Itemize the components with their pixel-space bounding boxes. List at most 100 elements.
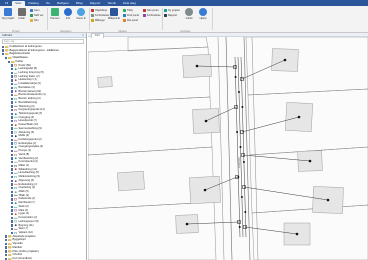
save-button[interactable]: Gem: [30, 8, 40, 12]
measurements-button[interactable]: Målinger: [91, 18, 105, 22]
pan-button[interactable]: Panorer: [49, 8, 61, 20]
map-view[interactable]: Kort Vejnavn: [88, 33, 368, 260]
layer-visibility-checkbox[interactable]: [11, 127, 14, 130]
layer-visibility-checkbox[interactable]: [11, 82, 14, 86]
object-line-button[interactable]: Objektlinje: [91, 8, 107, 12]
layer-visibility-checkbox[interactable]: [11, 160, 14, 164]
network-node: [242, 161, 245, 163]
ribbon-tab-6[interactable]: Rapport: [87, 1, 104, 6]
layer-visibility-checkbox[interactable]: [2, 45, 5, 49]
info-label: Info: [65, 17, 71, 20]
new-project-small-button[interactable]: Ny projekt: [164, 8, 180, 12]
layer-visibility-checkbox[interactable]: [11, 190, 14, 194]
layer-symbol-icon: [14, 64, 18, 67]
layer-visibility-checkbox[interactable]: [11, 227, 14, 231]
layer-visibility-checkbox[interactable]: [11, 220, 14, 223]
open-button[interactable]: Åbn: [30, 18, 39, 22]
ribbon-tab-3[interactable]: Vis: [43, 1, 53, 6]
zoom-to-button[interactable]: Zoom til: [75, 8, 87, 20]
layer-visibility-checkbox[interactable]: [5, 246, 8, 249]
switch-version-button[interactable]: Skift ver.: [30, 13, 44, 17]
layer-visibility-checkbox[interactable]: [5, 239, 8, 242]
layer-visibility-checkbox[interactable]: [11, 71, 14, 75]
layer-search-input[interactable]: Søg i lag...: [2, 39, 84, 44]
layer-visibility-checkbox[interactable]: [11, 209, 14, 212]
ribbon-tab-2[interactable]: Katalog: [26, 1, 42, 6]
connection-button[interactable]: Forbindelse: [143, 13, 161, 17]
find-point-button[interactable]: Find punkt: [123, 13, 139, 17]
layer-visibility-checkbox[interactable]: [11, 146, 14, 149]
help-button[interactable]: Hjælp: [197, 8, 209, 20]
layer-visibility-checkbox[interactable]: [5, 56, 8, 60]
layer-visibility-checkbox[interactable]: [11, 175, 14, 179]
layer-visibility-checkbox[interactable]: [11, 157, 14, 160]
layer-visibility-checkbox[interactable]: [11, 134, 14, 138]
layer-symbol-icon: [14, 101, 18, 104]
print-button[interactable]: Udskr.: [16, 8, 28, 20]
layer-visibility-checkbox[interactable]: [11, 116, 14, 119]
layer-visibility-checkbox[interactable]: [11, 120, 14, 123]
layer-visibility-checkbox[interactable]: [11, 75, 14, 78]
ribbon-tab-8[interactable]: Data laag: [120, 1, 139, 6]
map-canvas[interactable]: Vejnavn: [88, 37, 368, 260]
ribbon-tab-7[interactable]: Teknik: [104, 1, 119, 6]
layer-visibility-checkbox[interactable]: [11, 179, 14, 182]
layer-symbol-icon: [14, 146, 18, 149]
layer-visibility-checkbox[interactable]: [11, 224, 14, 227]
layer-visibility-checkbox[interactable]: [5, 250, 8, 253]
layer-visibility-checkbox[interactable]: [11, 216, 14, 220]
layer-visibility-checkbox[interactable]: [11, 86, 14, 89]
connection-point: [326, 198, 330, 202]
layer-visibility-checkbox[interactable]: [11, 108, 14, 112]
info-button[interactable]: Info: [62, 8, 74, 20]
connections-button[interactable]: Forbindelser: [91, 13, 109, 17]
layer-visibility-checkbox[interactable]: [11, 105, 14, 108]
layer-visibility-checkbox[interactable]: [11, 194, 14, 197]
layer-visibility-checkbox[interactable]: [11, 67, 14, 71]
add-button[interactable]: Tilføj: [123, 8, 133, 12]
layer-visibility-checkbox[interactable]: [11, 142, 14, 145]
layer-visibility-checkbox[interactable]: [11, 79, 14, 82]
layer-visibility-checkbox[interactable]: [11, 101, 14, 104]
layer-visibility-checkbox[interactable]: [2, 49, 5, 52]
layer-visibility-checkbox[interactable]: [11, 94, 14, 97]
layer-visibility-checkbox[interactable]: [11, 149, 14, 153]
measure-point-button[interactable]: Målepunkt: [108, 8, 120, 20]
layer-visibility-checkbox[interactable]: [11, 213, 14, 216]
layer-visibility-checkbox[interactable]: [11, 153, 14, 156]
new-project-button[interactable]: Nyt projekt: [2, 8, 14, 20]
layer-visibility-checkbox[interactable]: [11, 64, 14, 67]
report-button[interactable]: Rapport: [164, 13, 177, 17]
layer-visibility-checkbox[interactable]: [5, 253, 8, 257]
layer-visibility-checkbox[interactable]: [11, 201, 14, 205]
ribbon-tab-5[interactable]: Bilag: [73, 1, 86, 6]
layer-visibility-checkbox[interactable]: [5, 242, 8, 246]
layer-visibility-checkbox[interactable]: [11, 183, 14, 186]
layer-visibility-checkbox[interactable]: [11, 138, 14, 142]
layer-visibility-checkbox[interactable]: [11, 90, 14, 93]
layer-visibility-checkbox[interactable]: [5, 235, 8, 238]
ribbon-tab-1[interactable]: Start: [12, 0, 25, 6]
close-icon[interactable]: ×: [82, 33, 84, 37]
layer-visibility-checkbox[interactable]: [11, 164, 14, 168]
layer-visibility-checkbox[interactable]: [2, 53, 5, 56]
layer-visibility-checkbox[interactable]: [11, 172, 14, 175]
layer-visibility-checkbox[interactable]: [11, 186, 14, 190]
layer-visibility-checkbox[interactable]: [11, 97, 14, 101]
delete-point-button[interactable]: Slet punkt: [143, 8, 159, 12]
measure-point-label: Målepunkt: [108, 17, 120, 20]
ribbon-tab-0[interactable]: Fil: [2, 1, 11, 6]
help-icon: [199, 8, 207, 16]
layer-visibility-checkbox[interactable]: [11, 131, 14, 134]
layer-visibility-checkbox[interactable]: [11, 205, 14, 208]
layer-visibility-checkbox[interactable]: [11, 112, 14, 115]
road-edge: [251, 37, 259, 260]
edit-point-button[interactable]: Ret punkt: [123, 18, 138, 22]
settings-button[interactable]: Indstil: [183, 8, 195, 20]
layer-visibility-checkbox[interactable]: [11, 231, 14, 234]
ribbon-tab-4[interactable]: Redigere: [54, 1, 72, 6]
layer-visibility-checkbox[interactable]: [8, 60, 11, 63]
layer-visibility-checkbox[interactable]: [11, 198, 14, 201]
layer-visibility-checkbox[interactable]: [11, 123, 14, 127]
layer-visibility-checkbox[interactable]: [11, 168, 14, 171]
